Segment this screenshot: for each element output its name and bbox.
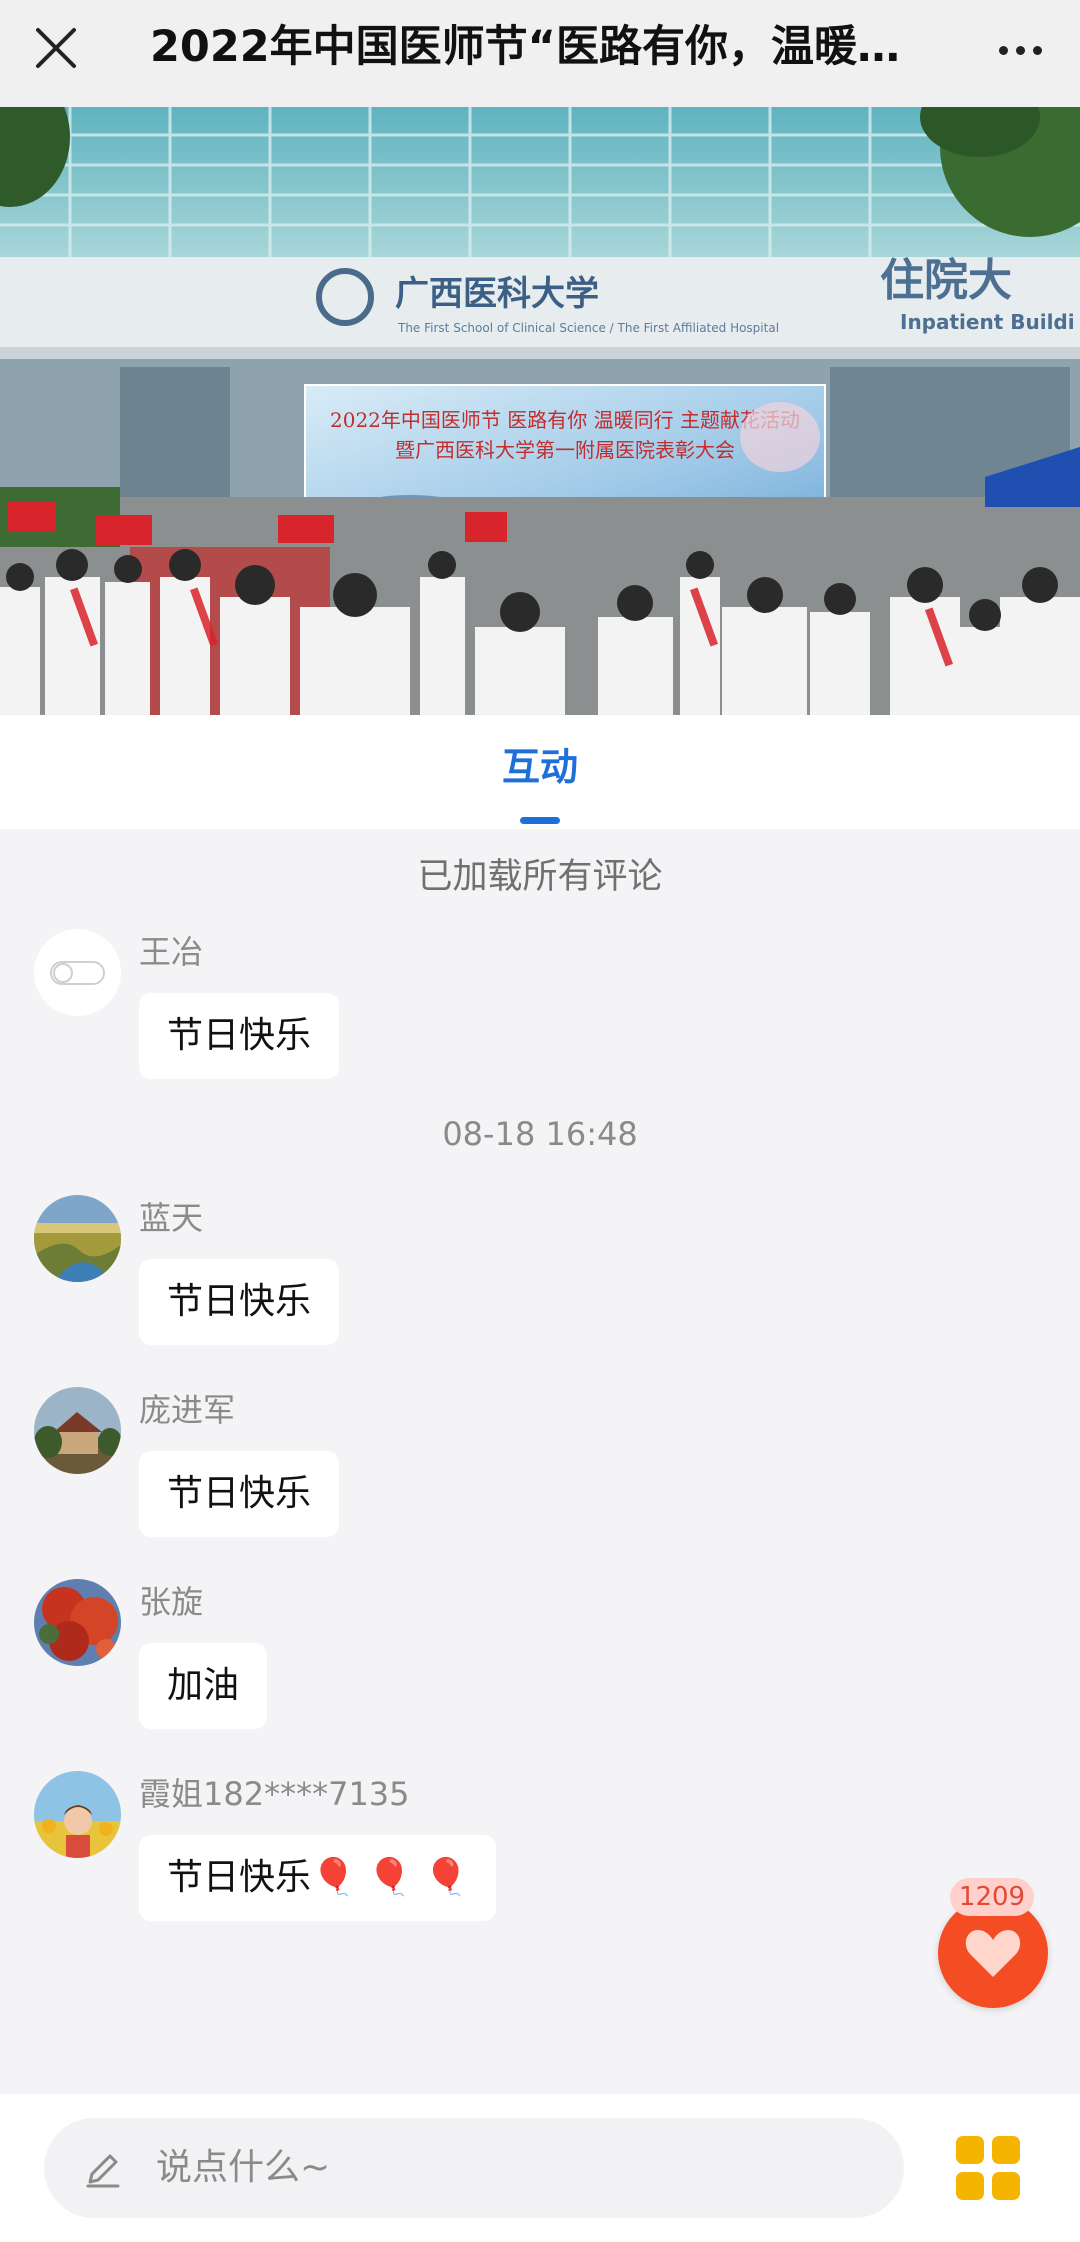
apps-grid-button[interactable] [956, 2136, 1020, 2200]
comment-bubble: 加油 [139, 1643, 268, 1729]
comment-bubble: 节日快乐 [139, 993, 340, 1079]
live-video-player[interactable]: 广西医科大学 The First School of Clinical Scie… [0, 107, 1080, 715]
apps-grid-icon [956, 2136, 984, 2164]
like-count: 1209 [950, 1878, 1034, 1916]
avatar[interactable] [34, 1771, 121, 1858]
comment-input-placeholder: 说点什么~ [156, 2147, 331, 2188]
avatar[interactable] [34, 929, 121, 1016]
avatar[interactable] [34, 1195, 121, 1282]
comment-bubble: 节日快乐 [139, 1259, 340, 1345]
commenter-name: 张旋 [139, 1583, 204, 1621]
tab-interaction[interactable]: 互动 [0, 743, 1080, 791]
comment-bubble: 节日快乐🎈 🎈 🎈 [139, 1835, 497, 1921]
event-photo: 广西医科大学 The First School of Clinical Scie… [0, 107, 1080, 715]
tab-indicator [520, 817, 560, 824]
avatar[interactable] [34, 1579, 121, 1666]
heart-icon [965, 1930, 1021, 1977]
close-button[interactable] [24, 16, 88, 80]
avatar[interactable] [34, 1387, 121, 1474]
banner-line-2: 暨广西医科大学第一附属医院表彰大会 [395, 438, 735, 462]
comment-bubble: 节日快乐 [139, 1451, 340, 1537]
bottom-bar: 说点什么~ [0, 2094, 1080, 2242]
comment-input[interactable]: 说点什么~ [44, 2118, 904, 2218]
red-flowers-avatar-icon [34, 1579, 121, 1666]
close-icon [36, 28, 76, 68]
commenter-name: 王冶 [139, 933, 204, 971]
landscape-avatar-icon [34, 1195, 121, 1282]
pencil-icon [86, 2154, 120, 2188]
top-bar: 2022年中国医师节“医路有你，温暖… [0, 0, 1080, 107]
more-options-button[interactable] [988, 18, 1052, 82]
hall-sign-en: Inpatient Buildi [900, 310, 1075, 334]
house-avatar-icon [34, 1387, 121, 1474]
hall-sign: 住院大 [880, 255, 1012, 306]
sunflower-avatar-icon [34, 1771, 121, 1858]
commenter-name: 蓝天 [139, 1199, 204, 1237]
more-horizontal-icon [998, 45, 1008, 55]
banner-line-1: 2022年中国医师节 医路有你 温暖同行 主题献花活动 [330, 408, 800, 432]
toggle-avatar-icon [50, 961, 105, 985]
tab-bar: 互动 [0, 715, 1080, 829]
comment-timestamp: 08-18 16:48 [442, 1115, 638, 1153]
building-sign: 广西医科大学 [395, 274, 599, 314]
commenter-name: 霞姐182****7135 [139, 1775, 410, 1813]
building-sign-en: The First School of Clinical Science / T… [397, 321, 779, 335]
comment-list[interactable]: 已加载所有评论 王冶 节日快乐 08-18 16:48 蓝天 节日快乐 庞进军 … [0, 829, 1080, 2094]
commenter-name: 庞进军 [139, 1391, 236, 1429]
page-title: 2022年中国医师节“医路有你，温暖… [150, 22, 900, 72]
all-comments-loaded-note: 已加载所有评论 [417, 857, 663, 897]
